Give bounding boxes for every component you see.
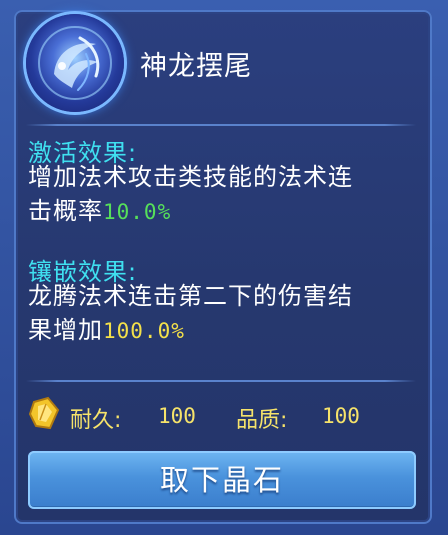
inlay-effect-text: 龙腾法术连击第二下的伤害结 果增加100.0% — [28, 279, 403, 348]
remove-crystal-button[interactable]: 取下晶石 — [28, 451, 416, 509]
inlay-line-1: 龙腾法术连击第二下的伤害结 — [28, 282, 353, 310]
durability-label: 耐久: — [70, 408, 122, 433]
item-title: 神龙摆尾 — [140, 51, 252, 82]
divider — [26, 124, 416, 126]
activation-line-1: 增加法术攻击类技能的法术连 — [28, 163, 353, 191]
crystal-icon — [26, 396, 62, 438]
inlay-value: 100.0% — [103, 319, 185, 343]
inlay-line-2: 果增加100.0% — [28, 313, 403, 348]
durability-value: 100 — [158, 404, 196, 428]
inlay-line-2-prefix: 果增加 — [28, 316, 103, 344]
divider — [26, 380, 416, 382]
quality-label: 品质: — [236, 408, 288, 433]
activation-line-2-prefix: 击概率 — [28, 197, 103, 225]
activation-effect-text: 增加法术攻击类技能的法术连 击概率10.0% — [28, 160, 403, 229]
dragon-tail-skill-icon — [26, 14, 124, 112]
activation-value: 10.0% — [103, 200, 172, 224]
quality-value: 100 — [322, 404, 360, 428]
stats-row: 耐久: 100 品质: 100 — [26, 396, 416, 433]
activation-line-2: 击概率10.0% — [28, 194, 403, 229]
